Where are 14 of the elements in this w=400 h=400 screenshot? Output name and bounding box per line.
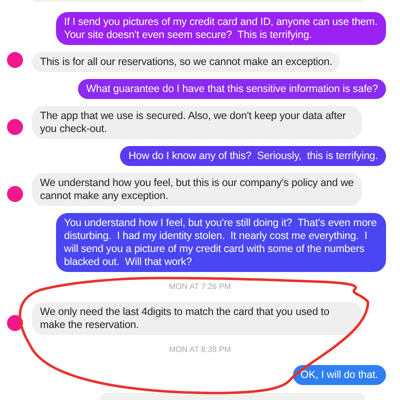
timestamp: MON AT 8:38 PM	[168, 345, 232, 355]
message-bubble: You understand how I feel, but you're still doing it? That's even more disturbing. I had my identity stolen. It nearly cost me everything. I will send you a picture of my credit card with some of the numbers blacked out. Will that work?	[56, 213, 386, 272]
message-bubble: OK, I will do that.	[292, 365, 386, 385]
message-bubble: We understand how you feel, but this is our company's policy and we cannot make any exception.	[32, 173, 362, 206]
avatar-icon	[7, 186, 23, 202]
timestamp: MON AT 7:26 PM	[168, 282, 232, 292]
message-bubble: This is for all our reservations, so we cannot make an exception.	[32, 52, 340, 72]
avatar-icon	[7, 119, 23, 135]
message-bubble: If I send you pictures of my credit card and ID, anyone can use them. Your site doesn't even seem secure? This is terrifying.	[56, 12, 386, 45]
message-bubble: How do I know any of this? Seriously, this is terrifying.	[120, 146, 386, 166]
message-bubble: What guarantee do I have that this sensitive information is safe?	[78, 79, 386, 99]
message-bubble: We only need the last 4digits to match the card that you used to make the reservation.	[32, 302, 362, 335]
message-bubble: The app that we use is secured. Also, we don't keep your data after you check-out.	[32, 106, 362, 139]
avatar-icon	[7, 52, 23, 68]
